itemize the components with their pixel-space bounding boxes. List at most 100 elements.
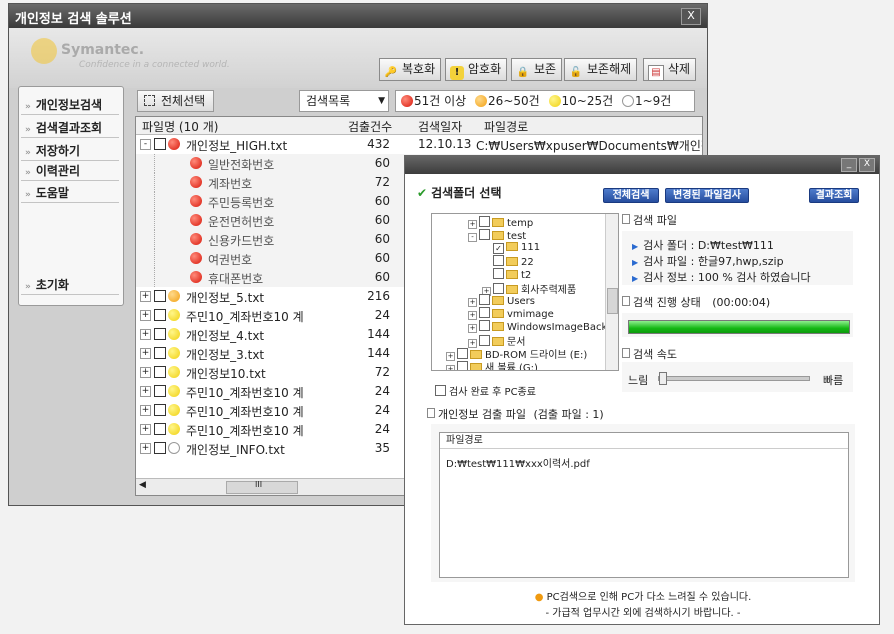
result-row[interactable]: D:₩test₩111₩xxx이력서.pdf (446, 455, 590, 470)
unpreserve-button[interactable]: 🔓 보존해제 (564, 58, 638, 81)
info-icon: ● (534, 592, 544, 603)
slider-knob[interactable] (659, 372, 667, 385)
row-date: 12.10.13 (418, 137, 472, 151)
nav-item-history[interactable]: » 이력관리 (21, 161, 119, 181)
folder-node[interactable]: + WindowsImageBackup (468, 320, 618, 333)
expand-toggle-icon[interactable]: - (468, 233, 477, 242)
folder-checkbox[interactable] (479, 229, 490, 240)
expand-toggle-icon[interactable]: + (468, 311, 477, 320)
yellow-dot-icon (548, 95, 561, 107)
view-results-button[interactable]: 결과조회 (809, 188, 859, 203)
expand-toggle-icon[interactable]: + (140, 310, 151, 321)
shutdown-checkbox[interactable] (435, 385, 446, 396)
folder-checkbox[interactable] (479, 307, 490, 318)
expand-toggle-icon[interactable]: + (140, 405, 151, 416)
expand-toggle-icon[interactable]: - (140, 139, 151, 150)
tree-vertical-scrollbar[interactable] (605, 214, 618, 370)
row-checkbox[interactable] (154, 328, 166, 340)
folder-checkbox[interactable] (457, 361, 468, 370)
decrypt-button[interactable]: 🔑 복호화 (379, 58, 442, 81)
row-checkbox[interactable] (154, 347, 166, 359)
row-checkbox[interactable] (154, 366, 166, 378)
nav-item-save[interactable]: » 저장하기 (21, 141, 119, 161)
section-label-text: 검색 속도 (633, 348, 677, 361)
expand-toggle-icon[interactable]: + (140, 443, 151, 454)
arrow-icon: » (25, 282, 31, 292)
search-list-dropdown[interactable]: 검색목록 ▼ (299, 90, 389, 112)
chevron-down-icon: ▼ (378, 96, 385, 106)
minimize-button[interactable]: _ (841, 158, 857, 172)
folder-node[interactable]: - test (468, 229, 526, 242)
row-name: 여권번호 (208, 253, 253, 267)
expand-toggle-icon[interactable]: + (140, 367, 151, 378)
nav-item-help[interactable]: » 도움말 (21, 183, 119, 203)
col-header-path[interactable]: 파일경로 (484, 118, 528, 135)
key-icon: 🔑 (384, 67, 398, 78)
folder-node[interactable]: + 새 볼륨 (G:) (446, 359, 538, 370)
folder-checkbox[interactable] (479, 335, 490, 346)
folder-checkbox[interactable] (493, 283, 504, 294)
col-header-name[interactable]: 파일명 (10 개) (142, 118, 218, 135)
changed-files-scan-button[interactable]: 변경된 파일검사 (665, 188, 749, 203)
folder-checkbox[interactable] (457, 348, 468, 359)
file-row[interactable]: - 개인정보_HIGH.txt 432 12.10.13 C:₩Users₩xpuser… (136, 135, 702, 154)
tree-scroll-thumb[interactable] (607, 288, 618, 314)
expand-toggle-icon[interactable]: + (140, 424, 151, 435)
expand-toggle-icon[interactable]: + (468, 298, 477, 307)
legend-label: 51건 이상 (414, 94, 467, 108)
folder-checkbox[interactable] (493, 268, 504, 279)
folder-node[interactable]: + Users (468, 294, 535, 307)
select-all-button[interactable]: 전체선택 (137, 90, 215, 112)
full-scan-button[interactable]: 전체검색 (603, 188, 659, 203)
folder-node[interactable]: 22 (482, 255, 534, 268)
result-table: 파일경로 D:₩test₩111₩xxx이력서.pdf (439, 432, 849, 578)
row-checkbox[interactable] (154, 442, 166, 454)
row-count: 216 (367, 289, 390, 303)
legend-label: 26~50건 (488, 94, 540, 108)
expand-toggle-icon[interactable]: + (468, 324, 477, 333)
red-dot-icon (190, 195, 202, 207)
nav-item-results[interactable]: » 검색결과조회 (21, 118, 119, 138)
nav-item-reset[interactable]: » 초기화 (21, 275, 119, 295)
expand-toggle-icon[interactable]: + (140, 291, 151, 302)
row-checkbox[interactable] (154, 404, 166, 416)
row-checkbox[interactable] (154, 385, 166, 397)
folder-checkbox[interactable] (479, 320, 490, 331)
col-header-count[interactable]: 검출건수 (348, 118, 392, 135)
red-dot-icon (190, 176, 202, 188)
preserve-button[interactable]: 🔒 보존 (511, 58, 563, 81)
expand-toggle-icon[interactable]: + (140, 348, 151, 359)
yellow-dot-icon (168, 347, 180, 359)
nav-item-search[interactable]: » 개인정보검색 (21, 95, 119, 115)
scroll-left-icon[interactable]: ◀ (139, 480, 146, 490)
delete-button[interactable]: ▤ 삭제 (643, 58, 697, 81)
dialog-close-button[interactable]: X (859, 158, 875, 172)
nav-label: 저장하기 (35, 144, 80, 158)
folder-checkbox[interactable] (479, 216, 490, 227)
folder-node[interactable]: t2 (482, 268, 531, 281)
folder-node[interactable]: + vmimage (468, 307, 554, 320)
scroll-grip: III (255, 480, 263, 489)
arrow-icon: » (25, 148, 31, 158)
row-checkbox[interactable] (154, 309, 166, 321)
col-header-date[interactable]: 검색일자 (418, 118, 462, 135)
folder-checkbox[interactable] (493, 255, 504, 266)
expand-toggle-icon[interactable]: + (140, 386, 151, 397)
close-button[interactable]: X (681, 8, 701, 25)
encrypt-button[interactable]: ! 암호화 (445, 58, 508, 81)
folder-checkbox[interactable] (479, 294, 490, 305)
expand-toggle-icon[interactable]: + (468, 220, 477, 229)
folder-checkbox[interactable]: ✓ (493, 243, 504, 254)
row-checkbox[interactable] (154, 290, 166, 302)
row-checkbox[interactable] (154, 138, 166, 150)
expand-toggle-icon[interactable]: + (446, 365, 455, 370)
expand-toggle-icon[interactable]: + (140, 329, 151, 340)
result-box: 파일경로 D:₩test₩111₩xxx이력서.pdf (431, 424, 855, 582)
folder-node[interactable]: ✓ 111 (482, 242, 540, 254)
shutdown-option[interactable]: 검사 완료 후 PC종료 (435, 383, 536, 398)
speed-slider[interactable] (658, 372, 810, 385)
row-name: 주민10_계좌번호10 계 (186, 310, 304, 324)
row-checkbox[interactable] (154, 423, 166, 435)
scrollbar-thumb[interactable]: III (226, 480, 298, 494)
folder-node[interactable]: + temp (468, 216, 533, 229)
